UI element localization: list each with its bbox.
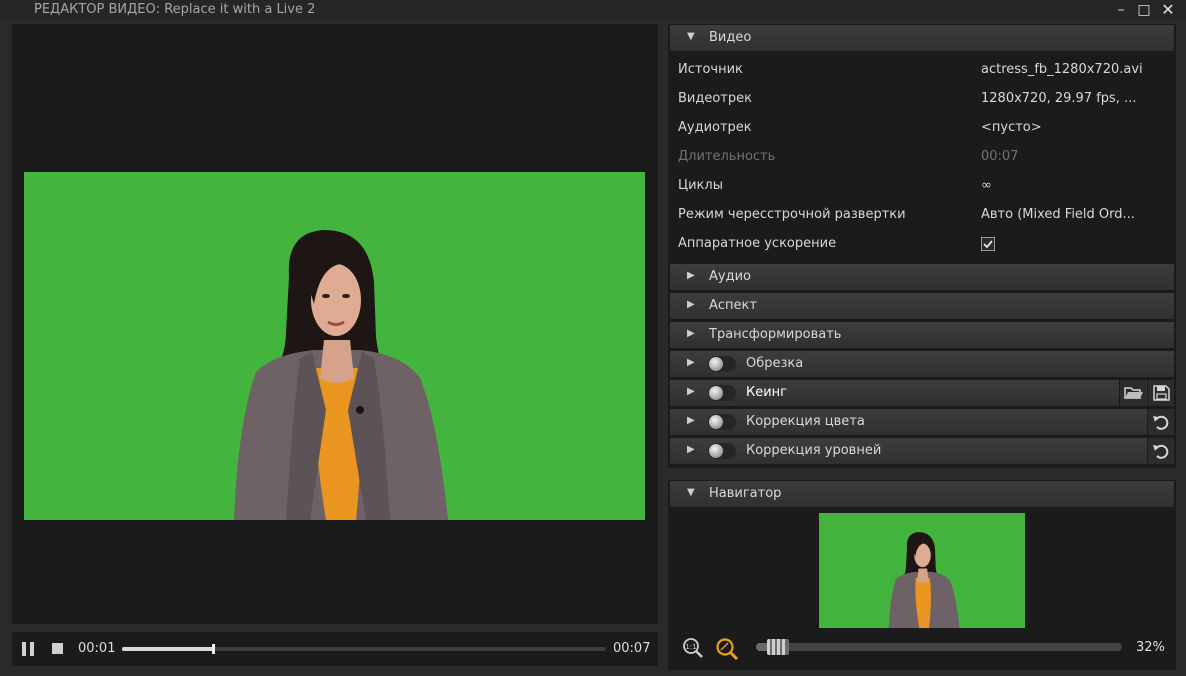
section-levels-header[interactable]: ▶ Коррекция уровней [670, 438, 1174, 465]
prop-value-duration: 00:07 [981, 149, 1019, 164]
collapsed-arrow-icon: ▶ [687, 299, 695, 310]
collapsed-arrow-icon: ▶ [687, 386, 695, 397]
folder-open-icon [1124, 387, 1143, 399]
section-label: Аудио [709, 269, 751, 284]
minimize-button[interactable]: – [1112, 1, 1130, 19]
playback-controls: 00:01 00:07 [12, 632, 658, 666]
section-label: Кеинг [746, 385, 788, 400]
pause-button[interactable] [22, 642, 35, 656]
toggle-knob [709, 357, 723, 371]
checkmark-icon [983, 240, 993, 249]
collapsed-arrow-icon: ▶ [687, 270, 695, 281]
section-crop-header[interactable]: ▶ Обрезка [670, 351, 1174, 378]
pause-icon [22, 642, 26, 656]
video-preview-panel [12, 24, 658, 624]
zoom-fit-button[interactable] [715, 637, 739, 661]
prop-label-duration: Длительность [678, 149, 776, 164]
section-navigator-header[interactable]: ▼ Навигатор [670, 481, 1174, 508]
zoom-slider-handle[interactable] [767, 639, 789, 655]
prop-value-audiotrack[interactable]: <пусто> [981, 120, 1042, 135]
toggle-knob [709, 444, 723, 458]
toggle-knob [709, 386, 723, 400]
section-label: Обрезка [746, 356, 804, 371]
section-label: Аспект [709, 298, 757, 313]
prop-value-interlace[interactable]: Авто (Mixed Field Ord... [981, 207, 1135, 222]
end-time: 00:07 [613, 641, 651, 656]
hw-accel-checkbox[interactable] [981, 237, 995, 251]
toggle-knob [709, 415, 723, 429]
reset-icon [1153, 415, 1169, 430]
section-label: Видео [709, 30, 752, 45]
zoom-actual-size-button[interactable]: 1:1 [682, 637, 704, 659]
collapsed-arrow-icon: ▶ [687, 444, 695, 455]
reset-color-correction-button[interactable] [1147, 409, 1174, 435]
navigator-preview-image [819, 513, 1025, 628]
section-label: Навигатор [709, 486, 782, 501]
video-frame[interactable] [24, 172, 645, 520]
prop-label-hw-accel: Аппаратное ускорение [678, 236, 837, 251]
collapsed-arrow-icon: ▶ [687, 415, 695, 426]
stop-button[interactable] [52, 643, 63, 654]
expanded-arrow-icon: ▼ [687, 487, 695, 498]
title-bar: РЕДАКТОР ВИДЕО: Replace it with a Live 2… [0, 0, 1186, 20]
save-preset-button[interactable] [1147, 380, 1174, 406]
section-label: Коррекция цвета [746, 414, 865, 429]
prop-label-audiotrack: Аудиотрек [678, 120, 752, 135]
navigator-panel: ▼ Навигатор 1:1 32% [668, 480, 1176, 670]
zoom-fit-icon [716, 638, 739, 661]
navigator-thumbnail[interactable] [819, 513, 1025, 628]
pause-icon-bar [30, 642, 34, 656]
collapsed-arrow-icon: ▶ [687, 357, 695, 368]
reset-levels-button[interactable] [1147, 438, 1174, 464]
seek-progress [122, 647, 214, 651]
properties-panel: ▼ Видео Источник actress_fb_1280x720.avi… [668, 24, 1176, 468]
seek-bar[interactable] [122, 644, 606, 654]
section-keying-header[interactable]: ▶ Кеинг [670, 380, 1174, 407]
expanded-arrow-icon: ▼ [687, 31, 695, 42]
prop-label-videotrack: Видеотрек [678, 91, 752, 106]
presenter-on-green-screen [24, 172, 645, 520]
close-button[interactable]: ✕ [1159, 1, 1177, 19]
levels-toggle[interactable] [708, 443, 736, 459]
reset-icon [1153, 444, 1169, 459]
section-transform-header[interactable]: ▶ Трансформировать [670, 322, 1174, 349]
prop-value-videotrack[interactable]: 1280x720, 29.97 fps, ... [981, 91, 1136, 106]
prop-value-loops[interactable]: ∞ [981, 178, 992, 193]
section-aspect-header[interactable]: ▶ Аспект [670, 293, 1174, 320]
load-preset-button[interactable] [1119, 380, 1146, 406]
maximize-button[interactable]: □ [1135, 1, 1153, 19]
color-correction-toggle[interactable] [708, 414, 736, 430]
crop-enable-toggle[interactable] [708, 356, 736, 372]
save-icon [1153, 385, 1170, 401]
keying-enable-toggle[interactable] [708, 385, 736, 401]
section-label: Коррекция уровней [746, 443, 882, 458]
prop-label-loops: Циклы [678, 178, 723, 193]
prop-label-source: Источник [678, 62, 743, 77]
current-time: 00:01 [78, 641, 116, 656]
section-video-header[interactable]: ▼ Видео [670, 25, 1174, 52]
window-title: РЕДАКТОР ВИДЕО: Replace it with a Live 2 [34, 2, 316, 17]
zoom-1to1-icon: 1:1 [683, 638, 703, 658]
section-color-correction-header[interactable]: ▶ Коррекция цвета [670, 409, 1174, 436]
section-label: Трансформировать [709, 327, 842, 342]
zoom-slider[interactable] [756, 639, 1122, 655]
prop-value-source[interactable]: actress_fb_1280x720.avi [981, 62, 1143, 77]
zoom-percent: 32% [1136, 640, 1165, 655]
section-audio-header[interactable]: ▶ Аудио [670, 264, 1174, 291]
seek-handle[interactable] [212, 644, 215, 654]
svg-text:1:1: 1:1 [685, 643, 696, 651]
prop-label-interlace: Режим чересстрочной развертки [678, 207, 906, 222]
collapsed-arrow-icon: ▶ [687, 328, 695, 339]
